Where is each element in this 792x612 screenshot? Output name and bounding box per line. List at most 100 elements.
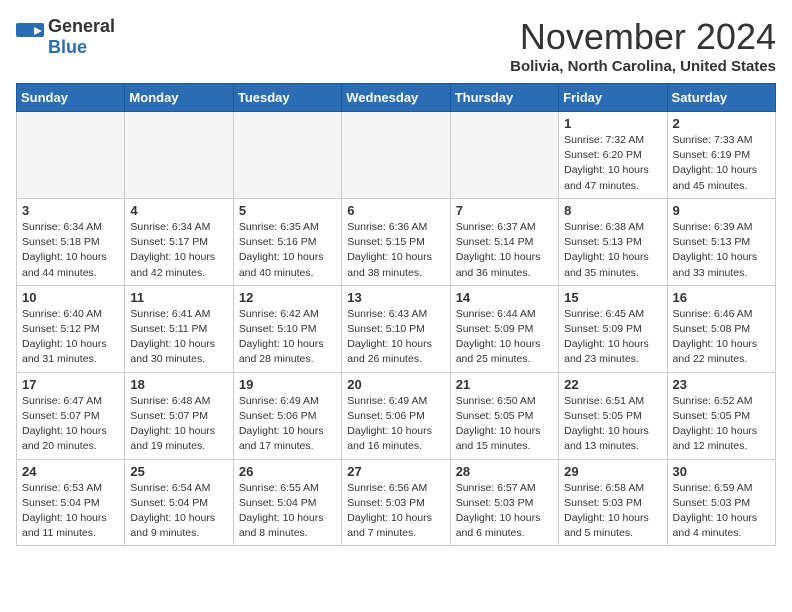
calendar-cell: 1Sunrise: 7:32 AM Sunset: 6:20 PM Daylig… (559, 112, 667, 199)
calendar-cell (17, 112, 125, 199)
calendar-cell: 26 Sunrise: 6:55 AM Sunset: 5:04 PM Dayli… (233, 459, 341, 546)
day-number: 19 (239, 377, 336, 392)
header-friday: Friday (559, 84, 667, 112)
calendar-cell: 9 Sunrise: 6:39 AM Sunset: 5:13 PM Daylig… (667, 198, 775, 285)
calendar-cell: 19 Sunrise: 6:49 AM Sunset: 5:06 PM Dayli… (233, 372, 341, 459)
header-monday: Monday (125, 84, 233, 112)
day-info: Sunrise: 6:52 AM Sunset: 5:05 PM Dayligh… (673, 394, 770, 455)
logo-icon (16, 23, 44, 51)
day-number: 24 (22, 464, 119, 479)
day-info: Sunrise: 6:51 AM Sunset: 5:05 PM Dayligh… (564, 394, 661, 455)
logo: General Blue (16, 16, 115, 58)
day-info: Sunrise: 6:40 AM Sunset: 5:12 PM Dayligh… (22, 307, 119, 368)
calendar-cell: 25 Sunrise: 6:54 AM Sunset: 5:04 PM Dayli… (125, 459, 233, 546)
calendar-week-4: 24Sunrise: 6:53 AM Sunset: 5:04 PM Dayli… (17, 459, 776, 546)
calendar-cell: 20 Sunrise: 6:49 AM Sunset: 5:06 PM Dayli… (342, 372, 450, 459)
day-info: Sunrise: 6:49 AM Sunset: 5:06 PM Dayligh… (347, 394, 444, 455)
day-number: 28 (456, 464, 553, 479)
calendar-cell: 7 Sunrise: 6:37 AM Sunset: 5:14 PM Daylig… (450, 198, 558, 285)
calendar-cell: 30 Sunrise: 6:59 AM Sunset: 5:03 PM Dayli… (667, 459, 775, 546)
day-info: Sunrise: 6:43 AM Sunset: 5:10 PM Dayligh… (347, 307, 444, 368)
logo-general: General (48, 16, 115, 36)
day-info: Sunrise: 6:39 AM Sunset: 5:13 PM Dayligh… (673, 220, 770, 281)
calendar-table: Sunday Monday Tuesday Wednesday Thursday… (16, 83, 776, 546)
page-header: General Blue November 2024 Bolivia, Nort… (16, 16, 776, 75)
location-subtitle: Bolivia, North Carolina, United States (510, 58, 776, 75)
day-info: Sunrise: 7:32 AM Sunset: 6:20 PM Dayligh… (564, 133, 661, 194)
calendar-cell: 15 Sunrise: 6:45 AM Sunset: 5:09 PM Dayli… (559, 285, 667, 372)
day-info: Sunrise: 6:55 AM Sunset: 5:04 PM Dayligh… (239, 481, 336, 542)
day-info: Sunrise: 6:34 AM Sunset: 5:17 PM Dayligh… (130, 220, 227, 281)
calendar-cell: 18 Sunrise: 6:48 AM Sunset: 5:07 PM Dayli… (125, 372, 233, 459)
calendar-cell: 8Sunrise: 6:38 AM Sunset: 5:13 PM Daylig… (559, 198, 667, 285)
calendar-cell: 10Sunrise: 6:40 AM Sunset: 5:12 PM Dayli… (17, 285, 125, 372)
day-number: 9 (673, 203, 770, 218)
day-number: 3 (22, 203, 119, 218)
day-number: 26 (239, 464, 336, 479)
day-info: Sunrise: 6:56 AM Sunset: 5:03 PM Dayligh… (347, 481, 444, 542)
calendar-cell: 16Sunrise: 6:46 AM Sunset: 5:08 PM Dayli… (667, 285, 775, 372)
calendar-cell: 3 Sunrise: 6:34 AM Sunset: 5:18 PM Daylig… (17, 198, 125, 285)
calendar-cell (233, 112, 341, 199)
calendar-cell (342, 112, 450, 199)
header-thursday: Thursday (450, 84, 558, 112)
title-area: November 2024 Bolivia, North Carolina, U… (510, 16, 776, 75)
day-number: 12 (239, 290, 336, 305)
day-info: Sunrise: 6:49 AM Sunset: 5:06 PM Dayligh… (239, 394, 336, 455)
day-number: 5 (239, 203, 336, 218)
day-number: 4 (130, 203, 227, 218)
day-number: 7 (456, 203, 553, 218)
calendar-cell: 4 Sunrise: 6:34 AM Sunset: 5:17 PM Daylig… (125, 198, 233, 285)
calendar-cell: 14 Sunrise: 6:44 AM Sunset: 5:09 PM Dayli… (450, 285, 558, 372)
day-info: Sunrise: 6:47 AM Sunset: 5:07 PM Dayligh… (22, 394, 119, 455)
day-info: Sunrise: 6:38 AM Sunset: 5:13 PM Dayligh… (564, 220, 661, 281)
calendar-week-1: 3 Sunrise: 6:34 AM Sunset: 5:18 PM Daylig… (17, 198, 776, 285)
day-number: 16 (673, 290, 770, 305)
day-info: Sunrise: 7:33 AM Sunset: 6:19 PM Dayligh… (673, 133, 770, 194)
calendar-week-0: 1Sunrise: 7:32 AM Sunset: 6:20 PM Daylig… (17, 112, 776, 199)
day-number: 6 (347, 203, 444, 218)
calendar-cell: 23 Sunrise: 6:52 AM Sunset: 5:05 PM Dayli… (667, 372, 775, 459)
day-info: Sunrise: 6:54 AM Sunset: 5:04 PM Dayligh… (130, 481, 227, 542)
day-number: 15 (564, 290, 661, 305)
calendar-cell: 6Sunrise: 6:36 AM Sunset: 5:15 PM Daylig… (342, 198, 450, 285)
calendar-cell: 11Sunrise: 6:41 AM Sunset: 5:11 PM Dayli… (125, 285, 233, 372)
day-info: Sunrise: 6:58 AM Sunset: 5:03 PM Dayligh… (564, 481, 661, 542)
day-info: Sunrise: 6:42 AM Sunset: 5:10 PM Dayligh… (239, 307, 336, 368)
day-info: Sunrise: 6:41 AM Sunset: 5:11 PM Dayligh… (130, 307, 227, 368)
header-saturday: Saturday (667, 84, 775, 112)
header-tuesday: Tuesday (233, 84, 341, 112)
day-info: Sunrise: 6:59 AM Sunset: 5:03 PM Dayligh… (673, 481, 770, 542)
day-number: 30 (673, 464, 770, 479)
header-wednesday: Wednesday (342, 84, 450, 112)
calendar-week-2: 10Sunrise: 6:40 AM Sunset: 5:12 PM Dayli… (17, 285, 776, 372)
day-info: Sunrise: 6:34 AM Sunset: 5:18 PM Dayligh… (22, 220, 119, 281)
day-number: 20 (347, 377, 444, 392)
day-number: 18 (130, 377, 227, 392)
calendar-cell: 29 Sunrise: 6:58 AM Sunset: 5:03 PM Dayli… (559, 459, 667, 546)
calendar-cell: 22 Sunrise: 6:51 AM Sunset: 5:05 PM Dayli… (559, 372, 667, 459)
day-number: 14 (456, 290, 553, 305)
calendar-cell: 2Sunrise: 7:33 AM Sunset: 6:19 PM Daylig… (667, 112, 775, 199)
calendar-cell: 24Sunrise: 6:53 AM Sunset: 5:04 PM Dayli… (17, 459, 125, 546)
day-number: 17 (22, 377, 119, 392)
day-info: Sunrise: 6:45 AM Sunset: 5:09 PM Dayligh… (564, 307, 661, 368)
calendar-week-3: 17 Sunrise: 6:47 AM Sunset: 5:07 PM Dayli… (17, 372, 776, 459)
month-title: November 2024 (510, 16, 776, 58)
day-info: Sunrise: 6:48 AM Sunset: 5:07 PM Dayligh… (130, 394, 227, 455)
calendar-body: 1Sunrise: 7:32 AM Sunset: 6:20 PM Daylig… (17, 112, 776, 546)
day-number: 21 (456, 377, 553, 392)
day-number: 25 (130, 464, 227, 479)
calendar-cell: 21 Sunrise: 6:50 AM Sunset: 5:05 PM Dayli… (450, 372, 558, 459)
calendar-cell: 13Sunrise: 6:43 AM Sunset: 5:10 PM Dayli… (342, 285, 450, 372)
calendar-cell: 5Sunrise: 6:35 AM Sunset: 5:16 PM Daylig… (233, 198, 341, 285)
day-info: Sunrise: 6:37 AM Sunset: 5:14 PM Dayligh… (456, 220, 553, 281)
logo-blue: Blue (48, 37, 87, 57)
day-number: 22 (564, 377, 661, 392)
day-number: 29 (564, 464, 661, 479)
day-info: Sunrise: 6:44 AM Sunset: 5:09 PM Dayligh… (456, 307, 553, 368)
calendar-cell: 12 Sunrise: 6:42 AM Sunset: 5:10 PM Dayli… (233, 285, 341, 372)
weekday-header-row: Sunday Monday Tuesday Wednesday Thursday… (17, 84, 776, 112)
day-number: 23 (673, 377, 770, 392)
day-info: Sunrise: 6:50 AM Sunset: 5:05 PM Dayligh… (456, 394, 553, 455)
